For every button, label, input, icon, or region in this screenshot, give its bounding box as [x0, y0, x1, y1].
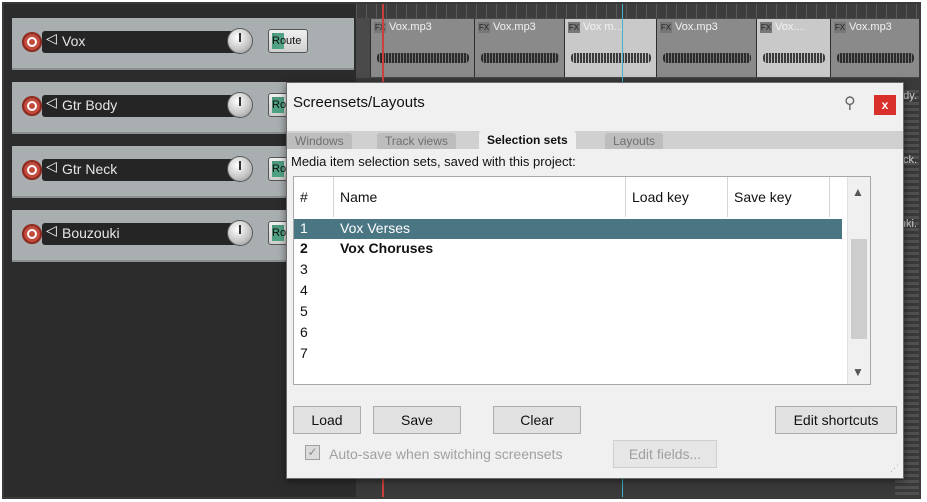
media-item-label: Vox m... — [583, 21, 623, 33]
save-button[interactable]: Save — [373, 406, 461, 434]
waveform — [481, 53, 559, 63]
track-vox[interactable]: ◁ Vox Route — [12, 18, 354, 70]
media-item-selected[interactable]: FX Vox.... — [756, 19, 831, 77]
column-header-name[interactable]: Name — [334, 177, 626, 217]
route-button[interactable]: Route — [268, 29, 308, 53]
column-header-load-key[interactable]: Load key — [626, 177, 728, 217]
clear-button[interactable]: Clear — [493, 406, 581, 434]
row-number: 2 — [300, 240, 308, 256]
timeline-ruler[interactable] — [356, 4, 919, 18]
vertical-scrollbar[interactable]: ▲ ▼ — [847, 177, 870, 384]
volume-knob[interactable] — [228, 221, 252, 245]
track-name: Vox — [62, 33, 86, 49]
tab-bar: Windows Track views Selection sets Layou… — [287, 131, 903, 149]
track-name: Gtr Neck — [62, 161, 118, 177]
volume-knob[interactable] — [228, 29, 252, 53]
record-arm-button[interactable] — [22, 160, 42, 180]
media-item[interactable]: FX Vox.mp3 — [370, 19, 475, 77]
speaker-icon[interactable]: ◁ — [46, 95, 57, 111]
waveform — [571, 53, 651, 63]
media-item-selected[interactable]: FX Vox m... — [564, 19, 657, 77]
record-arm-button[interactable] — [22, 32, 42, 52]
list-row[interactable]: 4 — [294, 281, 842, 301]
row-name: Vox Choruses — [340, 240, 434, 256]
list-row[interactable]: 6 — [294, 323, 842, 343]
media-item-label: Vox.mp3 — [675, 21, 718, 33]
waveform — [377, 53, 469, 63]
media-item[interactable]: FX Vox.mp3 — [830, 19, 919, 77]
row-name: Vox Verses — [340, 220, 411, 236]
fx-icon[interactable]: FX — [374, 21, 386, 33]
list-row[interactable]: 2 Vox Choruses — [294, 239, 842, 259]
tab-windows[interactable]: Windows — [287, 133, 352, 149]
speaker-icon[interactable]: ◁ — [46, 223, 57, 239]
media-item-label: Vox.mp3 — [849, 21, 892, 33]
volume-knob[interactable] — [228, 93, 252, 117]
tab-selection-sets[interactable]: Selection sets — [479, 131, 576, 149]
scroll-down-icon[interactable]: ▼ — [852, 365, 864, 379]
dialog-title: Screensets/Layouts — [293, 94, 425, 111]
autosave-label: Auto-save when switching screensets — [329, 446, 563, 462]
speaker-icon[interactable]: ◁ — [46, 159, 57, 175]
resize-grip-icon[interactable]: ⋰ — [890, 463, 899, 474]
record-arm-button[interactable] — [22, 224, 42, 244]
list-row[interactable]: 3 — [294, 260, 842, 280]
column-header-save-key[interactable]: Save key — [728, 177, 830, 217]
tab-layouts[interactable]: Layouts — [605, 133, 664, 149]
row-number: 1 — [300, 220, 308, 236]
fx-icon[interactable]: FX — [660, 21, 672, 33]
fx-icon[interactable]: FX — [834, 21, 846, 33]
media-item-label: Vox.mp3 — [493, 21, 536, 33]
media-item-label: Vox.mp3 — [389, 21, 432, 33]
close-button[interactable]: x — [874, 95, 896, 115]
autosave-checkbox[interactable]: ✓ — [305, 445, 320, 460]
daw-window: ◁ Vox Route ◁ Gtr Body Rou ◁ Gtr Neck Ro… — [2, 2, 921, 499]
media-item[interactable]: FX Vox.mp3 — [474, 19, 565, 77]
fx-icon[interactable]: FX — [760, 21, 772, 33]
pin-icon[interactable]: ⚲ — [844, 93, 856, 113]
track-name: Bouzouki — [62, 225, 120, 241]
fx-icon[interactable]: FX — [568, 21, 580, 33]
list-row[interactable]: 5 — [294, 302, 842, 322]
list-header: # Name Load key Save key — [294, 177, 870, 217]
edit-fields-button[interactable]: Edit fields... — [613, 440, 717, 468]
clipped-item-label: dy. — [903, 90, 917, 102]
track-name: Gtr Body — [62, 97, 118, 113]
waveform — [663, 53, 751, 63]
media-item[interactable]: FX Vox.mp3 — [656, 19, 757, 77]
row-number: 7 — [300, 345, 308, 361]
scroll-up-icon[interactable]: ▲ — [852, 185, 864, 199]
row-number: 4 — [300, 282, 308, 298]
list-description: Media item selection sets, saved with th… — [291, 154, 576, 169]
fx-icon[interactable]: FX — [478, 21, 490, 33]
clipped-item-label: ck. — [902, 154, 917, 166]
list-row[interactable]: 7 — [294, 344, 842, 364]
row-number: 3 — [300, 261, 308, 277]
tab-track-views[interactable]: Track views — [377, 133, 456, 149]
media-item-label: Vox.... — [775, 21, 806, 33]
waveform — [763, 53, 825, 63]
speaker-icon[interactable]: ◁ — [46, 31, 57, 47]
selection-sets-list[interactable]: # Name Load key Save key 1 Vox Verses 2 … — [293, 176, 871, 385]
column-header-number[interactable]: # — [294, 177, 334, 217]
waveform — [837, 53, 914, 63]
scroll-thumb[interactable] — [851, 239, 867, 339]
list-row[interactable]: 1 Vox Verses — [294, 219, 842, 239]
volume-knob[interactable] — [228, 157, 252, 181]
row-number: 6 — [300, 324, 308, 340]
row-number: 5 — [300, 303, 308, 319]
load-button[interactable]: Load — [293, 406, 361, 434]
edit-shortcuts-button[interactable]: Edit shortcuts — [775, 406, 897, 434]
screensets-dialog: Screensets/Layouts ⚲ x Windows Track vie… — [286, 82, 904, 479]
record-arm-button[interactable] — [22, 96, 42, 116]
